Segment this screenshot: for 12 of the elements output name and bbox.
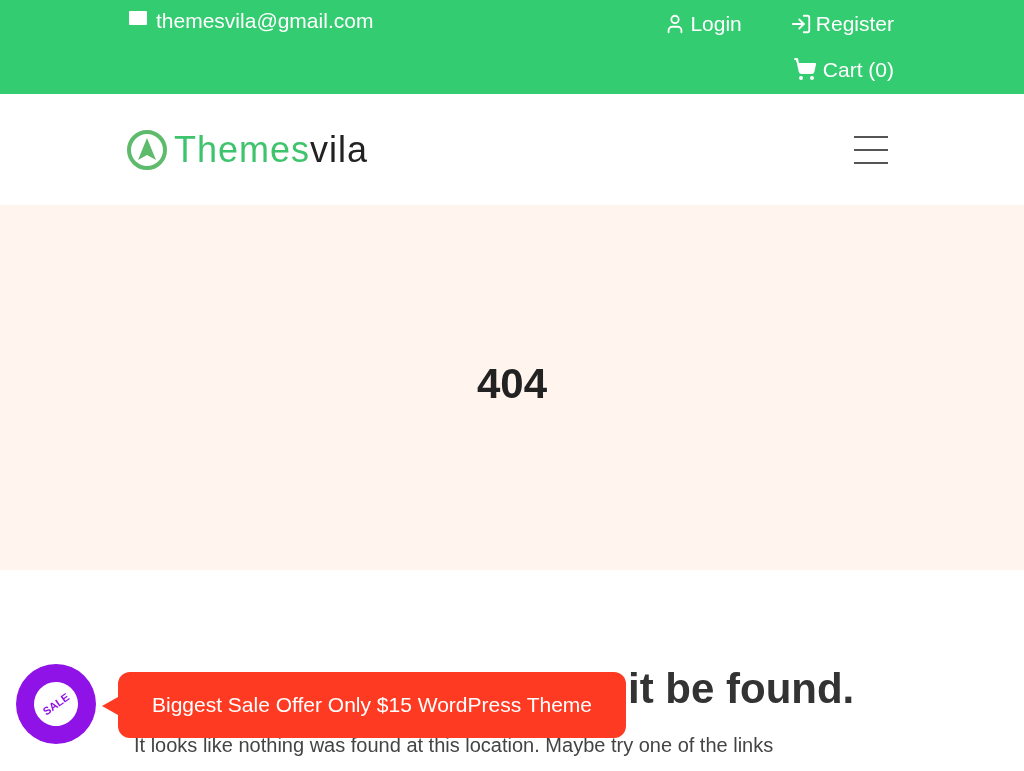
email-link[interactable]: themesvila@gmail.com — [156, 5, 374, 37]
logo-text[interactable]: Themesvila — [174, 122, 369, 177]
page-heading: it be found. — [628, 664, 856, 714]
logo-icon — [126, 128, 168, 171]
hero-title: 404 — [476, 359, 548, 409]
header-link[interactable]: Register — [789, 8, 894, 40]
cart-icon — [792, 57, 817, 82]
cart-link[interactable]: Cart (0) — [792, 53, 894, 85]
menu-icon[interactable] — [854, 135, 888, 164]
header-link[interactable]: Login — [664, 8, 742, 40]
sale-message[interactable]: Biggest Sale Offer Only $15 WordPress Theme — [118, 672, 626, 738]
sign-in-icon — [789, 12, 812, 35]
